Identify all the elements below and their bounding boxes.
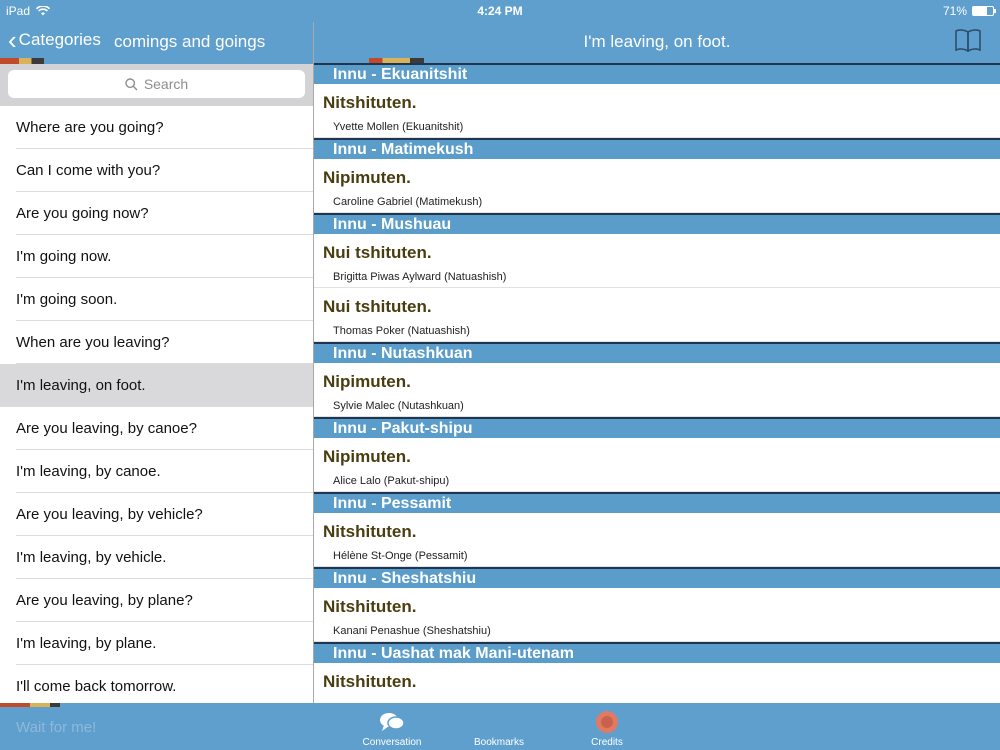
list-item[interactable]: Can I come with you? <box>0 149 313 192</box>
speaker-name: Hélène St-Onge (Pessamit) <box>333 550 468 562</box>
translation-entry[interactable]: Nipimuten. Caroline Gabriel (Matimekush) <box>314 159 1000 213</box>
info-icon <box>594 709 620 735</box>
sidebar-title: comings and goings <box>114 32 266 51</box>
back-button-label: Categories <box>18 30 101 49</box>
translation-entry[interactable]: Nitshituten. Kanani Penashue (Sheshatshiu… <box>314 588 1000 642</box>
list-item[interactable]: Are you leaving, by vehicle? <box>0 493 313 536</box>
tab-bookmarks[interactable]: Bookmarks <box>454 709 544 748</box>
decorative-stripe <box>0 703 1000 707</box>
speaker-name: Thomas Poker (Natuashish) <box>333 325 470 337</box>
tab-bar: Wait for me! Conversation Bookmarks Cred… <box>0 703 1000 750</box>
back-button[interactable]: ‹ Categories <box>8 25 101 55</box>
translation-entry[interactable]: Nui tshituten. Thomas Poker (Natuashish) <box>314 288 1000 342</box>
section-header: Innu - Pakut-shipu <box>314 417 1000 438</box>
section-header: Innu - Sheshatshiu <box>314 567 1000 588</box>
speech-bubbles-icon <box>379 709 405 735</box>
translation-phrase: Nitshituten. <box>323 597 417 616</box>
list-item[interactable]: I'm going now. <box>0 235 313 278</box>
list-item[interactable]: I'll come back tomorrow. <box>0 665 313 706</box>
translation-phrase: Nitshituten. <box>323 522 417 541</box>
battery-fill <box>973 7 988 15</box>
list-item[interactable]: I'm leaving, on foot. <box>0 364 313 407</box>
translation-entry[interactable]: Nui tshituten. Brigitta Piwas Aylward (Na… <box>314 234 1000 288</box>
list-item[interactable]: Are you going now? <box>0 192 313 235</box>
list-item[interactable]: I'm leaving, by canoe. <box>0 450 313 493</box>
list-item[interactable]: I'm leaving, by vehicle. <box>0 536 313 579</box>
tab-conversation[interactable]: Conversation <box>347 709 437 748</box>
search-placeholder: Search <box>143 76 189 92</box>
sidebar-nav-bar: ‹ Categories comings and goings <box>0 22 313 60</box>
book-icon[interactable] <box>954 28 982 52</box>
translation-phrase: Nitshituten. <box>323 672 417 691</box>
tab-conversation-label: Conversation <box>362 737 422 748</box>
translation-entry[interactable]: Nitshituten. Hélène St-Onge (Pessamit) <box>314 513 1000 567</box>
battery-icon <box>972 6 996 16</box>
translation-phrase: Nui tshituten. <box>323 243 432 262</box>
translations-list[interactable]: Innu - Ekuanitshit Nitshituten. Yvette Mol… <box>314 63 1000 703</box>
status-right: 71% <box>942 4 996 18</box>
list-item[interactable]: Where are you going? <box>0 106 313 149</box>
speaker-name: Alice Lalo (Pakut-shipu) <box>333 475 450 487</box>
translation-entry[interactable]: Nitshituten. <box>314 663 1000 703</box>
list-item[interactable]: When are you leaving? <box>0 321 313 364</box>
translation-phrase: Nipimuten. <box>323 447 411 466</box>
speaker-name: Yvette Mollen (Ekuanitshit) <box>333 121 464 133</box>
section-header: Innu - Pessamit <box>314 492 1000 513</box>
translation-entry[interactable]: Nipimuten. Sylvie Malec (Nutashkuan) <box>314 363 1000 417</box>
list-item[interactable]: I'm leaving, by plane. <box>0 622 313 665</box>
detail-nav-bar: I'm leaving, on foot. <box>314 22 1000 60</box>
search-icon <box>125 77 138 90</box>
tab-credits[interactable]: Credits <box>562 709 652 748</box>
status-bar: iPad 4:24 PM 71% <box>0 0 1000 22</box>
section-header: Innu - Matimekush <box>314 138 1000 159</box>
translation-phrase: Nitshituten. <box>323 93 417 112</box>
section-header: Innu - Mushuau <box>314 213 1000 234</box>
section-header: Innu - Nutashkuan <box>314 342 1000 363</box>
battery-percent: 71% <box>942 4 967 18</box>
status-time: 4:24 PM <box>477 4 523 18</box>
bookmark-icon <box>486 709 512 735</box>
translation-phrase: Nipimuten. <box>323 372 411 391</box>
list-item[interactable]: Are you leaving, by canoe? <box>0 407 313 450</box>
phrase-list[interactable]: Where are you going? Can I come with you?… <box>0 106 313 706</box>
translation-entry[interactable]: Nitshituten. Yvette Mollen (Ekuanitshit) <box>314 84 1000 138</box>
search-bar: Search <box>0 64 313 106</box>
speaker-name: Brigitta Piwas Aylward (Natuashish) <box>333 271 507 283</box>
translation-entry[interactable]: Nipimuten. Alice Lalo (Pakut-shipu) <box>314 438 1000 492</box>
speaker-name: Kanani Penashue (Sheshatshiu) <box>333 625 491 637</box>
list-item[interactable]: Are you leaving, by plane? <box>0 579 313 622</box>
translation-phrase: Nipimuten. <box>323 168 411 187</box>
tab-bookmarks-label: Bookmarks <box>473 737 524 748</box>
chevron-left-icon: ‹ <box>8 25 17 55</box>
section-header: Innu - Uashat mak Mani-utenam <box>314 642 1000 663</box>
search-input[interactable]: Search <box>8 70 305 98</box>
sidebar-item-partial: Wait for me! <box>16 719 97 736</box>
speaker-name: Caroline Gabriel (Matimekush) <box>333 196 483 208</box>
tab-credits-label: Credits <box>591 737 623 748</box>
list-item[interactable]: I'm going soon. <box>0 278 313 321</box>
detail-title: I'm leaving, on foot. <box>583 32 731 51</box>
section-header: Innu - Ekuanitshit <box>314 63 1000 84</box>
translation-phrase: Nui tshituten. <box>323 297 432 316</box>
speaker-name: Sylvie Malec (Nutashkuan) <box>333 400 464 412</box>
